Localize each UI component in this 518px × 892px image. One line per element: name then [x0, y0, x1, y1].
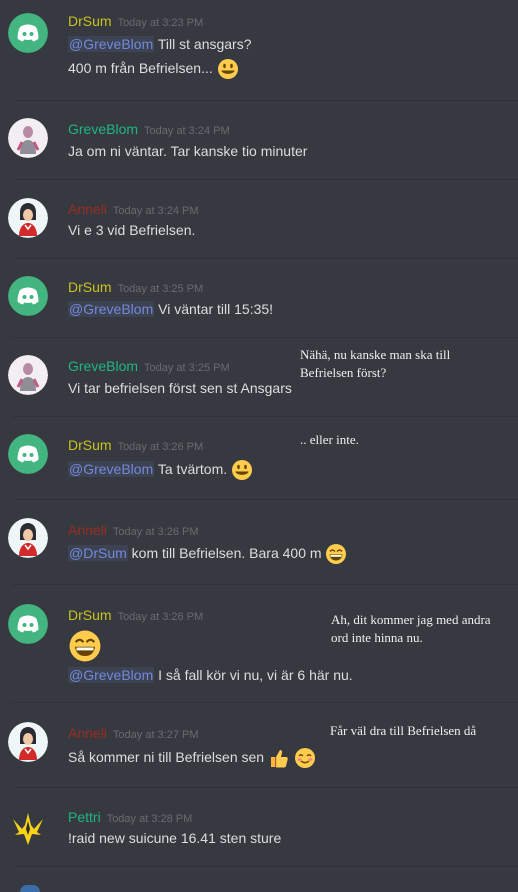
smiley-emoji-icon [232, 460, 253, 481]
author-name[interactable]: DrSum Today at 3:26 PM [68, 436, 203, 456]
team-instinct-icon [13, 813, 43, 845]
avatar[interactable] [8, 604, 48, 644]
avatar[interactable] [8, 355, 48, 395]
grin-emoji-icon [69, 630, 101, 662]
message: Anneli Today at 3:26 PM @DrSum kom till B… [0, 500, 518, 584]
discord-logo-icon [8, 434, 48, 474]
message-text: @GreveBlom Ta tvärtom. [68, 459, 253, 481]
avatar[interactable] [8, 434, 48, 474]
message: Anneli Today at 3:27 PM Så kommer ni till… [0, 703, 518, 787]
author-name[interactable]: Anneli Today at 3:26 PM [68, 521, 199, 541]
message-text: @GreveBlom Vi väntar till 15:35! [68, 301, 274, 317]
author-name[interactable]: DrSum Today at 3:25 PM [68, 278, 203, 298]
timestamp: Today at 3:25 PM [144, 362, 230, 374]
avatar[interactable] [8, 198, 48, 238]
pokemon-trainer-icon [8, 355, 48, 395]
avatar[interactable] [8, 807, 48, 847]
trainer-avatar-icon [8, 518, 48, 558]
pokemon-trainer-icon [8, 118, 48, 158]
smiley-emoji-icon [217, 59, 238, 80]
timestamp: Today at 3:23 PM [117, 17, 204, 29]
discord-logo-icon [8, 13, 48, 53]
message-text: Så kommer ni till Befrielsen sen [68, 747, 316, 769]
message-text: @GreveBlom Till st ansgars? [68, 36, 252, 52]
user-mention[interactable]: @GreveBlom [68, 667, 155, 683]
message: GreveBlom Today at 3:24 PM Ja om ni vänta… [0, 101, 518, 179]
message: Anneli Today at 3:24 PM Vi e 3 vid Befrie… [0, 180, 518, 258]
author-name[interactable]: Anneli Today at 3:27 PM [68, 724, 199, 744]
author-name[interactable]: Pettri Today at 3:28 PM [68, 808, 192, 828]
annotation-note: Ah, dit kommer jag med andra ord inte hi… [331, 612, 491, 645]
message-text: Ja om ni väntar. Tar kanske tio minuter [68, 143, 308, 159]
author-name[interactable]: GreveBlom Today at 3:25 PM [68, 357, 230, 377]
avatar[interactable] [8, 722, 48, 762]
message: DrSum Today at 3:25 PM @GreveBlom Vi vänt… [0, 259, 518, 337]
message-text: @GreveBlom I så fall kör vi nu, vi är 6 … [68, 667, 353, 683]
message-text: !raid new suicune 16.41 sten sture [68, 830, 282, 846]
message: DrSum Today at 3:23 PM @GreveBlom Till st… [0, 0, 518, 100]
user-mention[interactable]: @GreveBlom [68, 36, 155, 52]
message: Pettri Today at 3:28 PM !raid new suicune… [0, 788, 518, 866]
message-text: 400 m från Befrielsen... [68, 58, 239, 80]
timestamp: Today at 3:24 PM [144, 125, 230, 137]
discord-logo-icon [8, 604, 48, 644]
timestamp: Today at 3:24 PM [112, 205, 199, 217]
avatar[interactable] [20, 885, 40, 892]
annotation-note: .. eller inte. [300, 432, 359, 447]
annotation-note: Nähä, nu kanske man ska till Befrielsen … [300, 347, 451, 380]
user-mention[interactable]: @GreveBlom [68, 461, 155, 477]
message-emoji [68, 629, 102, 663]
divider [12, 866, 518, 867]
timestamp: Today at 3:26 PM [112, 526, 199, 538]
grin-emoji-icon [326, 544, 347, 565]
annotation-note: Får väl dra till Befrielsen då [330, 723, 477, 738]
timestamp: Today at 3:28 PM [106, 813, 193, 825]
timestamp: Today at 3:25 PM [117, 283, 204, 295]
avatar[interactable] [8, 276, 48, 316]
blush-emoji-icon [294, 748, 315, 769]
author-name[interactable]: Anneli Today at 3:24 PM [68, 200, 199, 220]
timestamp: Today at 3:27 PM [112, 729, 199, 741]
message-text: Vi tar befrielsen först sen st Ansgars [68, 380, 292, 396]
message: DrSum Today at 3:26 PM @GreveBlom Ta tvär… [0, 417, 518, 499]
trainer-avatar-icon [8, 198, 48, 238]
author-name[interactable]: DrSum Today at 3:23 PM [68, 12, 203, 32]
user-mention[interactable]: @DrSum [68, 545, 128, 561]
timestamp: Today at 3:26 PM [117, 441, 204, 453]
avatar[interactable] [8, 13, 48, 53]
message-text: Vi e 3 vid Befrielsen. [68, 222, 196, 238]
timestamp: Today at 3:26 PM [117, 611, 204, 623]
trainer-avatar-icon [8, 722, 48, 762]
author-name[interactable]: DrSum Today at 3:26 PM [68, 606, 203, 626]
thumbs-up-emoji-icon [270, 750, 288, 768]
discord-logo-icon [8, 276, 48, 316]
message-text: @DrSum kom till Befrielsen. Bara 400 m [68, 543, 347, 565]
avatar[interactable] [8, 518, 48, 558]
avatar[interactable] [8, 118, 48, 158]
author-name[interactable]: GreveBlom Today at 3:24 PM [68, 120, 230, 140]
user-mention[interactable]: @GreveBlom [68, 301, 155, 317]
